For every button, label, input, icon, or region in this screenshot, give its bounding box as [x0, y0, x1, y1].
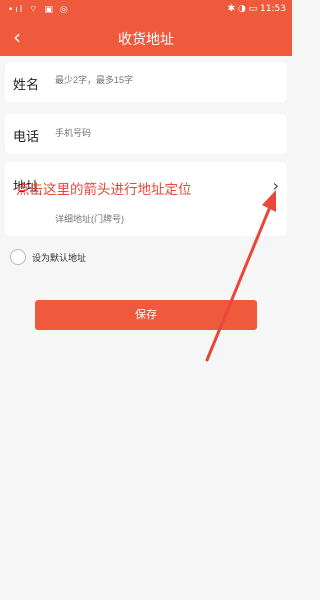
- page-title: 收货地址: [118, 32, 174, 48]
- annotation-text: 点击这里的箭头进行地址定位: [16, 182, 192, 198]
- default-address-label: 设为默认地址: [32, 254, 87, 264]
- status-icons-left: •ıl ⌔ ▣ ◎: [8, 5, 70, 15]
- chevron-right-icon[interactable]: ›: [273, 176, 279, 195]
- phone-row: 电话: [5, 114, 287, 154]
- radio-button[interactable]: [10, 249, 26, 265]
- save-button[interactable]: 保存: [35, 300, 257, 330]
- phone-label: 电话: [13, 130, 40, 145]
- status-icons-right: ✱ ◑ ▭ 11:53: [227, 4, 286, 14]
- name-field[interactable]: [55, 75, 275, 85]
- detail-address-field[interactable]: [55, 214, 275, 224]
- status-bar: •ıl ⌔ ▣ ◎ ✱ ◑ ▭ 11:53: [0, 0, 292, 20]
- nav-bar: ‹ 收货地址: [0, 20, 292, 56]
- address-row: 地址 ›: [5, 162, 287, 236]
- name-row: 姓名: [5, 62, 287, 102]
- phone-field[interactable]: [55, 128, 275, 138]
- name-label: 姓名: [13, 78, 40, 93]
